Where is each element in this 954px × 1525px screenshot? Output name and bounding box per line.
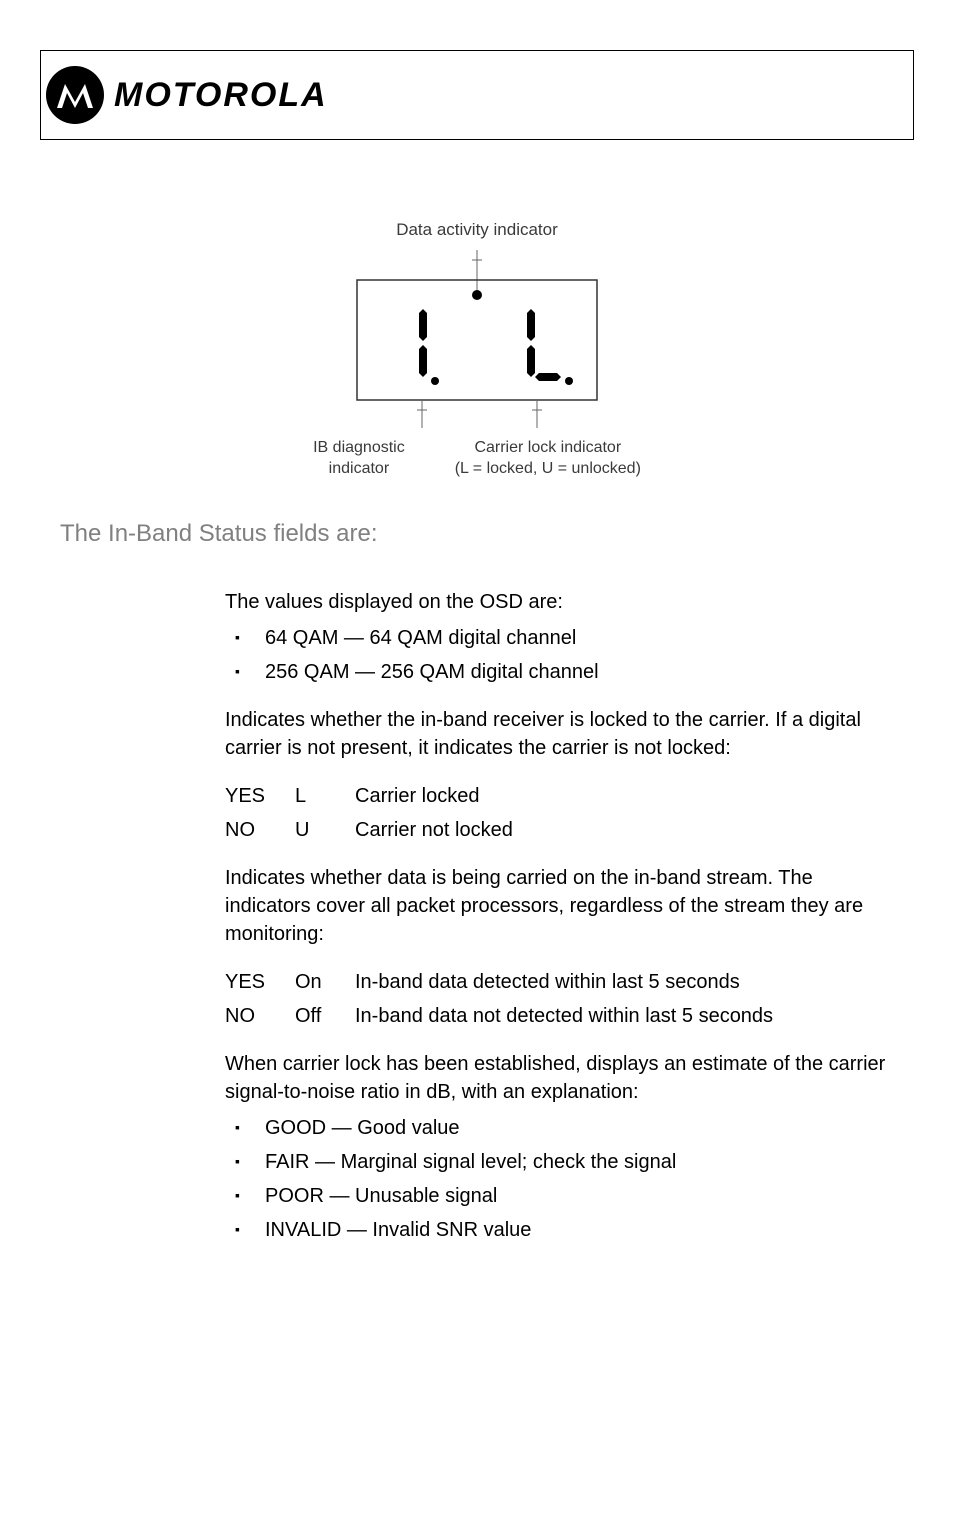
ib-diag-line2: indicator xyxy=(329,460,389,477)
logo-container: MOTOROLA xyxy=(46,66,328,124)
section-title: The In-Band Status fields are: xyxy=(60,520,954,548)
carrier-line2: (L = locked, U = unlocked) xyxy=(455,460,641,477)
diagram-bottom-labels: IB diagnostic indicator Carrier lock ind… xyxy=(0,438,954,480)
brand-text: MOTOROLA xyxy=(114,76,328,115)
carrier-table: YES L Carrier locked NO U Carrier not lo… xyxy=(225,782,894,844)
table-row: YES L Carrier locked xyxy=(225,782,894,810)
osd-list: 64 QAM — 64 QAM digital channel 256 QAM … xyxy=(225,624,894,686)
motorola-logo-icon xyxy=(46,66,104,124)
led-value: U xyxy=(295,816,355,844)
osd-value: YES xyxy=(225,968,295,996)
led-value: On xyxy=(295,968,355,996)
table-row: NO U Carrier not locked xyxy=(225,816,894,844)
list-item: 256 QAM — 256 QAM digital channel xyxy=(225,658,894,686)
carrier-lock-intro: Indicates whether the in-band receiver i… xyxy=(225,706,894,762)
osd-value: YES xyxy=(225,782,295,810)
list-item: INVALID — Invalid SNR value xyxy=(225,1216,894,1244)
description: Carrier locked xyxy=(355,782,894,810)
ib-diag-line1: IB diagnostic xyxy=(313,439,405,456)
led-value: L xyxy=(295,782,355,810)
description: In-band data detected within last 5 seco… xyxy=(355,968,894,996)
carrier-line1: Carrier lock indicator xyxy=(474,439,621,456)
snr-intro: When carrier lock has been established, … xyxy=(225,1050,894,1106)
list-item: 64 QAM — 64 QAM digital channel xyxy=(225,624,894,652)
data-activity-label: Data activity indicator xyxy=(0,220,954,240)
led-value: Off xyxy=(295,1002,355,1030)
ib-diagnostic-label: IB diagnostic indicator xyxy=(313,438,405,480)
data-intro: Indicates whether data is being carried … xyxy=(225,864,894,948)
carrier-lock-label: Carrier lock indicator (L = locked, U = … xyxy=(455,438,641,480)
osd-value: NO xyxy=(225,816,295,844)
data-table: YES On In-band data detected within last… xyxy=(225,968,894,1030)
snr-list: GOOD — Good value FAIR — Marginal signal… xyxy=(225,1114,894,1244)
diagram-section: Data activity indicator IB diagnosti xyxy=(0,220,954,480)
table-row: YES On In-band data detected within last… xyxy=(225,968,894,996)
content-area: The values displayed on the OSD are: 64 … xyxy=(225,588,894,1244)
table-row: NO Off In-band data not detected within … xyxy=(225,1002,894,1030)
led-diagram xyxy=(307,250,647,430)
description: Carrier not locked xyxy=(355,816,894,844)
list-item: GOOD — Good value xyxy=(225,1114,894,1142)
list-item: FAIR — Marginal signal level; check the … xyxy=(225,1148,894,1176)
osd-intro: The values displayed on the OSD are: xyxy=(225,588,894,616)
osd-value: NO xyxy=(225,1002,295,1030)
list-item: POOR — Unusable signal xyxy=(225,1182,894,1210)
header-box: MOTOROLA xyxy=(40,50,914,140)
description: In-band data not detected within last 5 … xyxy=(355,1002,894,1030)
